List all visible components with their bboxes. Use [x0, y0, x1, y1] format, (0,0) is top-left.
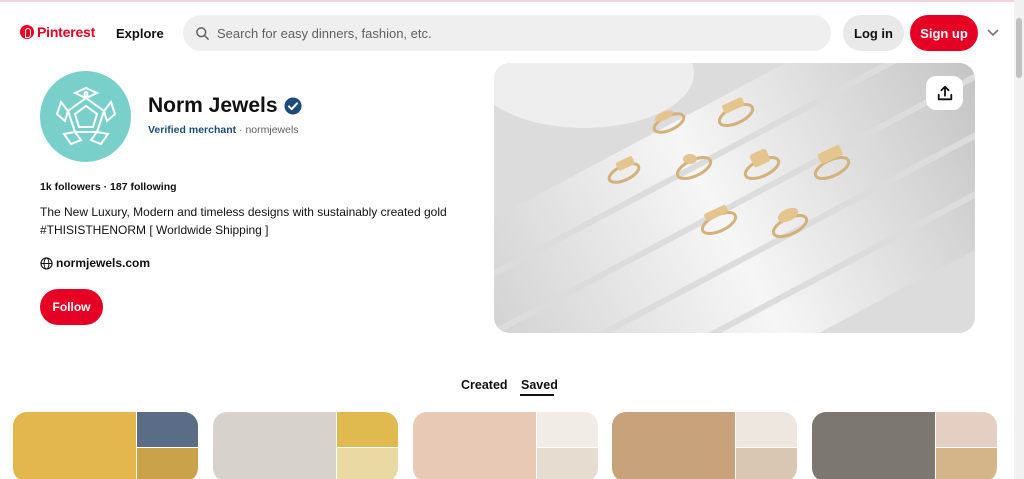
- board-side-images: [536, 412, 598, 479]
- search-bar[interactable]: [183, 15, 831, 51]
- tab-saved[interactable]: Saved: [521, 378, 558, 392]
- cover-image: [494, 63, 975, 333]
- board-cover-image: [812, 412, 935, 479]
- profile-name-text: Norm Jewels: [148, 94, 278, 117]
- board-side-images: [735, 412, 797, 479]
- board-cover-image: [413, 412, 536, 479]
- board-side-image: [736, 412, 797, 447]
- board-side-image: [936, 412, 997, 447]
- top-header: Pinterest Explore Log in Sign up: [0, 4, 1014, 60]
- board-side-image: [337, 412, 398, 447]
- share-button[interactable]: [926, 76, 963, 110]
- board-side-image: [137, 412, 198, 447]
- search-input[interactable]: [217, 25, 807, 41]
- board-card[interactable]: [413, 412, 598, 479]
- verified-badge-icon: [284, 97, 302, 115]
- merchant-line: Verified merchant · normjewels: [148, 124, 299, 136]
- board-side-image: [137, 446, 198, 479]
- profile-bio: The New Luxury, Modern and timeless desi…: [40, 204, 480, 239]
- board-cover-image: [612, 412, 735, 479]
- board-side-image: [537, 412, 598, 447]
- profile-name: Norm Jewels: [148, 94, 302, 118]
- login-button[interactable]: Log in: [843, 15, 904, 51]
- bio-line-2: #THISISTHENORM [ Worldwide Shipping ]: [40, 222, 269, 237]
- pinterest-logo-icon: [20, 25, 34, 39]
- explore-link[interactable]: Explore: [116, 26, 164, 41]
- rings-on-white-tubes-image: [494, 63, 975, 333]
- chevron-down-icon[interactable]: [987, 29, 999, 37]
- board-side-image: [337, 446, 398, 479]
- board-card[interactable]: [213, 412, 398, 479]
- search-icon: [196, 26, 209, 40]
- page-scrollbar[interactable]: [1014, 0, 1024, 479]
- follow-button[interactable]: Follow: [40, 289, 103, 325]
- profile-avatar: [40, 71, 131, 162]
- board-card[interactable]: [812, 412, 997, 479]
- follow-stats[interactable]: 1k followers · 187 following: [40, 181, 177, 193]
- signup-button[interactable]: Sign up: [910, 15, 978, 51]
- tab-created[interactable]: Created: [461, 378, 508, 392]
- website-text: normjewels.com: [56, 256, 151, 270]
- bio-line-1: The New Luxury, Modern and timeless desi…: [40, 205, 447, 219]
- board-cover-image: [13, 412, 136, 479]
- share-icon: [937, 85, 952, 101]
- profile-handle: · normjewels: [239, 124, 299, 136]
- website-link[interactable]: normjewels.com: [40, 256, 150, 270]
- board-side-image: [537, 446, 598, 479]
- norm-jewels-logo-icon: [55, 86, 116, 145]
- active-tab-underline: [520, 394, 554, 396]
- board-cover-image: [213, 412, 336, 479]
- board-side-image: [736, 446, 797, 479]
- globe-icon: [40, 256, 53, 270]
- logo-text: Pinterest: [37, 24, 96, 40]
- board-side-images: [336, 412, 398, 479]
- board-card[interactable]: [612, 412, 797, 479]
- scrollbar-thumb[interactable]: [1016, 18, 1022, 78]
- board-side-image: [936, 446, 997, 479]
- board-side-images: [935, 412, 997, 479]
- pinterest-logo[interactable]: Pinterest: [20, 24, 95, 40]
- board-card[interactable]: [13, 412, 198, 479]
- top-accent-line: [0, 0, 1014, 2]
- board-side-images: [136, 412, 198, 479]
- verified-merchant-label[interactable]: Verified merchant: [148, 124, 236, 136]
